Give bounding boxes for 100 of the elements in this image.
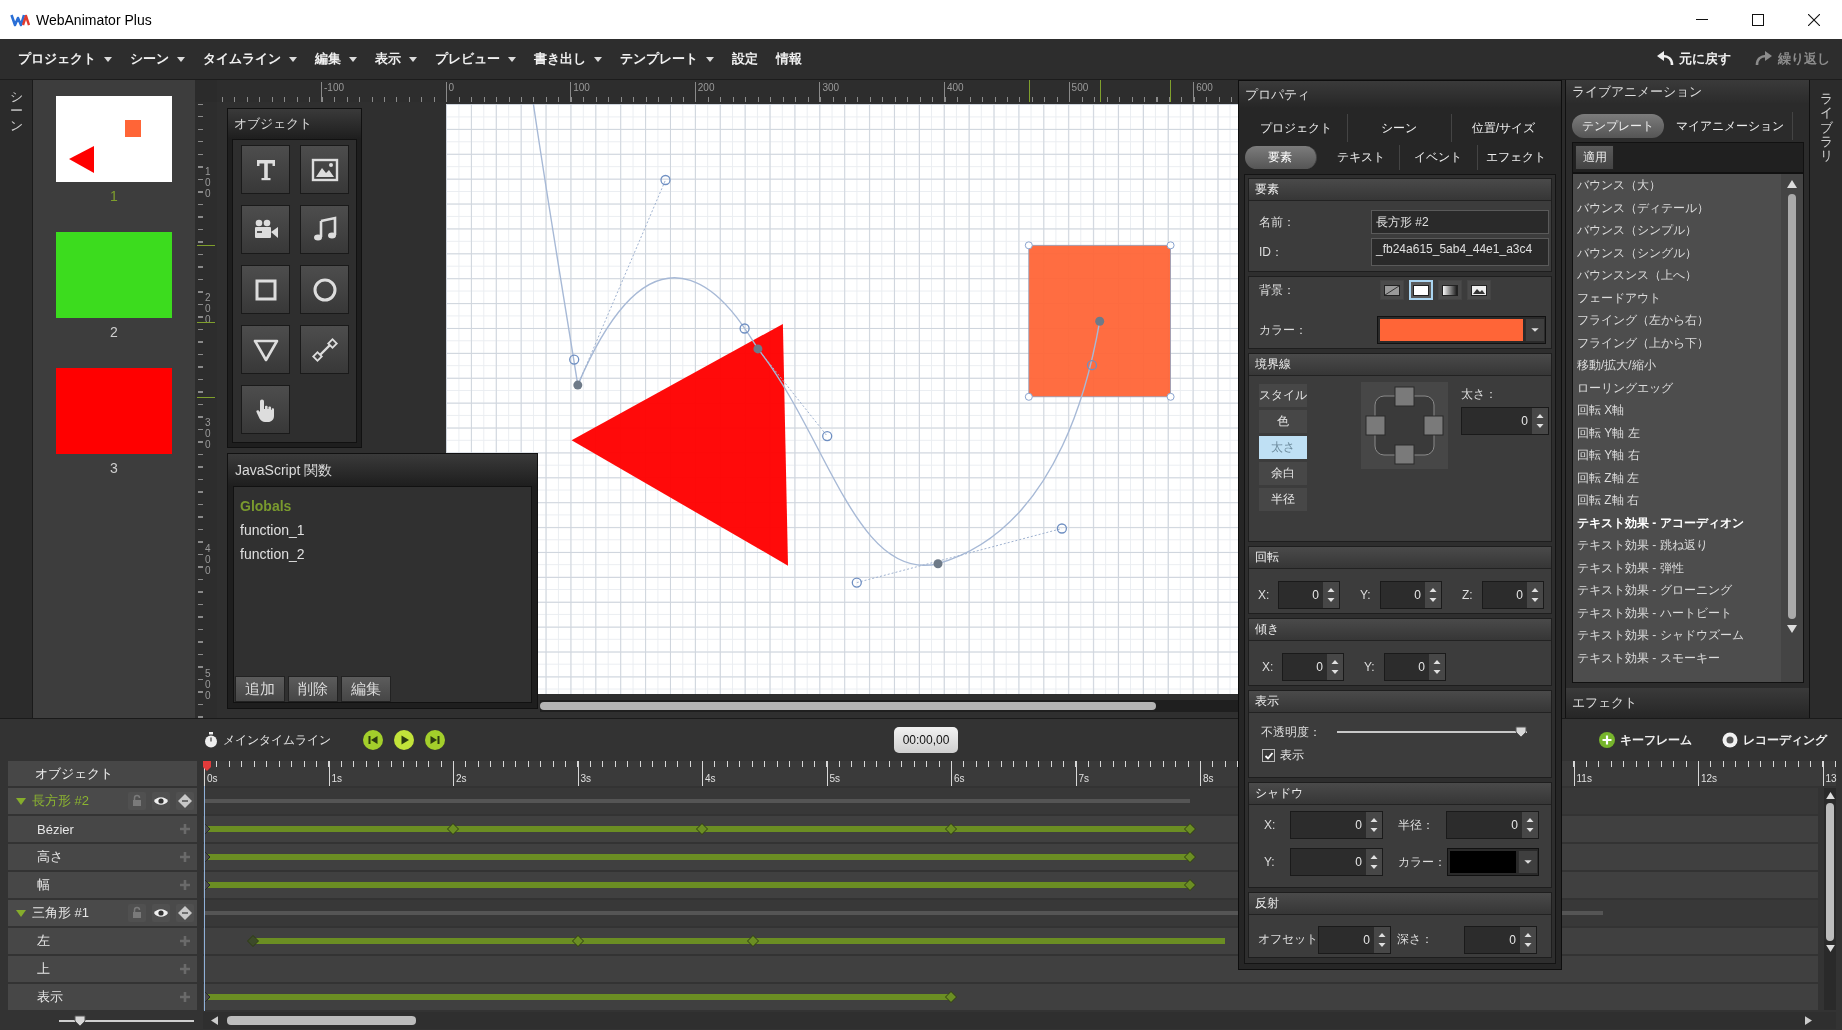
layer-row[interactable]: 表示 xyxy=(8,984,197,1010)
control-handle[interactable] xyxy=(660,174,671,186)
undo-button[interactable]: 元に戻す xyxy=(1656,50,1731,68)
fill-type-button[interactable] xyxy=(1467,280,1491,300)
border-option[interactable]: 色 xyxy=(1259,410,1307,433)
layer-row[interactable]: 三角形 #1 xyxy=(8,900,197,926)
diamond-icon[interactable] xyxy=(176,792,194,810)
plus-icon[interactable] xyxy=(179,851,191,863)
keyframe-icon[interactable] xyxy=(696,823,708,835)
resize-handle[interactable] xyxy=(1166,241,1175,250)
animation-list-item[interactable]: テキスト効果 - 跳ね返り xyxy=(1577,534,1781,557)
menu-item[interactable]: テンプレート xyxy=(611,44,723,74)
animation-list-item[interactable]: フェードアウト xyxy=(1577,286,1781,309)
plus-icon[interactable] xyxy=(179,879,191,891)
play-button[interactable] xyxy=(393,729,415,751)
animation-list-item[interactable]: 回転 Z軸 左 xyxy=(1577,466,1781,489)
plus-icon[interactable] xyxy=(179,935,191,947)
menu-item[interactable]: 設定 xyxy=(723,44,767,74)
canvas-scrollbar[interactable] xyxy=(540,700,1238,712)
diamond-icon[interactable] xyxy=(176,904,194,922)
animation-list-item[interactable]: テキスト効果 - シャドウズーム xyxy=(1577,624,1781,647)
animation-list-item[interactable]: テキスト効果 - 弾性 xyxy=(1577,556,1781,579)
list-scrollbar[interactable] xyxy=(1781,174,1803,682)
tab[interactable]: テンプレート xyxy=(1572,114,1664,138)
keyframe-icon[interactable] xyxy=(945,991,957,1003)
tool-button[interactable] xyxy=(300,265,349,314)
animation-list-item[interactable]: テキスト効果 - スモーキー xyxy=(1577,646,1781,669)
border-option[interactable]: 半径 xyxy=(1259,488,1307,511)
tab[interactable]: イベント xyxy=(1400,145,1478,170)
number-field[interactable]: 0 xyxy=(1482,581,1544,609)
keyframe-icon[interactable] xyxy=(1184,879,1197,891)
scrollbar-thumb[interactable] xyxy=(227,1016,416,1025)
function-group[interactable]: Globals xyxy=(240,494,292,518)
layer-row[interactable]: 左 xyxy=(8,928,197,954)
main-timeline-button[interactable]: メインタイムライン xyxy=(203,731,331,749)
eye-icon[interactable] xyxy=(152,904,170,922)
control-handle[interactable] xyxy=(739,323,750,334)
border-side-picker[interactable] xyxy=(1361,382,1448,469)
add-keyframe-button[interactable]: キーフレーム xyxy=(1599,729,1692,751)
lock-icon[interactable] xyxy=(128,904,146,922)
menu-item[interactable]: 編集 xyxy=(306,44,366,74)
keyframe-icon[interactable] xyxy=(447,823,459,835)
animation-list-item[interactable]: バウンス（シンプル） xyxy=(1577,219,1781,242)
plus-icon[interactable] xyxy=(179,963,191,975)
control-handle[interactable] xyxy=(822,430,833,442)
lock-icon[interactable] xyxy=(128,792,146,810)
resize-handle[interactable] xyxy=(1166,392,1175,401)
animation-list-item[interactable]: フライング（上から下） xyxy=(1577,331,1781,354)
text-field[interactable]: _fb24a615_5ab4_44e1_a3c4 xyxy=(1371,238,1549,266)
menu-item[interactable]: プロジェクト xyxy=(9,44,121,74)
slider-thumb[interactable] xyxy=(73,1014,86,1027)
scroll-up-icon[interactable] xyxy=(1825,792,1835,799)
number-field[interactable]: 0 xyxy=(1446,811,1539,839)
animation-list-item[interactable]: テキスト効果 - グローニング xyxy=(1577,579,1781,602)
expand-caret-icon[interactable] xyxy=(16,797,26,805)
scenes-tab[interactable]: シーン xyxy=(5,88,27,135)
tool-button[interactable] xyxy=(241,145,290,194)
tool-button[interactable] xyxy=(241,385,290,434)
control-handle[interactable] xyxy=(1086,360,1098,371)
plus-icon[interactable] xyxy=(179,991,191,1003)
number-field[interactable]: 0 xyxy=(1278,581,1340,609)
number-field[interactable]: 0 xyxy=(1290,848,1383,876)
scroll-up-icon[interactable] xyxy=(1787,180,1797,188)
scene-thumbnail[interactable] xyxy=(56,368,172,454)
scroll-down-icon[interactable] xyxy=(1825,945,1835,952)
tool-button[interactable] xyxy=(241,205,290,254)
number-field[interactable]: 0 xyxy=(1290,811,1383,839)
animation-list-item[interactable]: ローリングエッグ xyxy=(1577,376,1781,399)
tab[interactable]: プロジェクト xyxy=(1245,114,1349,142)
number-field[interactable]: 0 xyxy=(1380,581,1442,609)
scene-thumbnail[interactable] xyxy=(56,232,172,318)
tool-button[interactable] xyxy=(300,325,349,374)
eye-icon[interactable] xyxy=(152,792,170,810)
keyframe-icon[interactable] xyxy=(571,935,584,947)
menu-item[interactable]: タイムライン xyxy=(194,44,306,74)
plus-icon[interactable] xyxy=(179,823,191,835)
animation-list-item[interactable]: 回転 Y軸 右 xyxy=(1577,444,1781,467)
tool-button[interactable] xyxy=(300,145,349,194)
layer-row[interactable]: 高さ xyxy=(8,844,197,870)
menu-item[interactable]: 情報 xyxy=(767,44,811,74)
anchor-point[interactable] xyxy=(573,380,583,390)
tool-button[interactable] xyxy=(241,265,290,314)
anchor-point[interactable] xyxy=(753,344,763,354)
anchor-point[interactable] xyxy=(933,559,943,569)
slider-thumb[interactable] xyxy=(1515,726,1527,738)
animation-list-item[interactable]: 移動/拡大/縮小 xyxy=(1577,354,1781,377)
animation-list-item[interactable]: 回転 Y軸 左 xyxy=(1577,421,1781,444)
number-field[interactable]: 0 xyxy=(1384,653,1446,681)
animation-list-item[interactable]: 回転 X軸 xyxy=(1577,399,1781,422)
skip-to-start-button[interactable] xyxy=(362,729,384,751)
scroll-right-icon[interactable] xyxy=(1805,1016,1812,1025)
animation-list-item[interactable]: バウンスンス（上へ） xyxy=(1577,264,1781,287)
border-option[interactable]: 余白 xyxy=(1259,462,1307,485)
scrollbar-thumb[interactable] xyxy=(1788,194,1796,619)
layer-row[interactable]: Bézier xyxy=(8,816,197,842)
control-handle[interactable] xyxy=(569,354,580,365)
fill-type-button[interactable] xyxy=(1380,280,1404,300)
scrollbar-thumb[interactable] xyxy=(1826,803,1834,941)
control-handle[interactable] xyxy=(851,577,862,588)
function-button[interactable]: 追加 xyxy=(235,676,285,702)
